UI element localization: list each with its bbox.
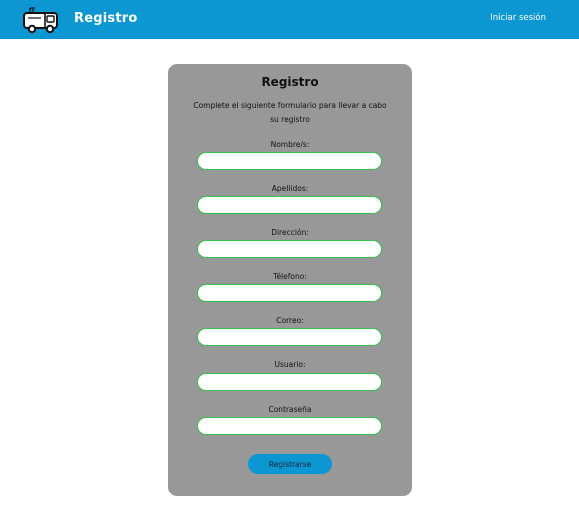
name-input[interactable] bbox=[197, 152, 382, 170]
registration-form: Registro Complete el siguiente formulari… bbox=[168, 64, 412, 496]
top-navbar: Registro Iniciar sesión bbox=[0, 0, 579, 39]
login-link[interactable]: Iniciar sesión bbox=[490, 13, 546, 23]
email-label: Correo: bbox=[276, 316, 304, 325]
register-button[interactable]: Registrarse bbox=[248, 454, 332, 474]
surname-input[interactable] bbox=[197, 196, 382, 214]
surname-label: Apellidos: bbox=[271, 184, 309, 193]
brand-title: Registro bbox=[74, 11, 138, 26]
form-description: Complete el siguiente formulario para ll… bbox=[193, 101, 387, 124]
truck-icon bbox=[23, 7, 58, 34]
password-label: Contraseña bbox=[268, 405, 312, 414]
username-input[interactable] bbox=[197, 373, 382, 391]
username-label: Usuario: bbox=[274, 360, 306, 369]
form-title: Registro bbox=[261, 75, 319, 89]
name-label: Nombre/s: bbox=[270, 140, 310, 149]
address-input[interactable] bbox=[197, 240, 382, 258]
email-input[interactable] bbox=[197, 328, 382, 346]
phone-input[interactable] bbox=[197, 284, 382, 302]
password-input[interactable] bbox=[197, 417, 382, 435]
address-label: Dirección: bbox=[271, 228, 309, 237]
phone-label: Télefono: bbox=[273, 272, 307, 281]
